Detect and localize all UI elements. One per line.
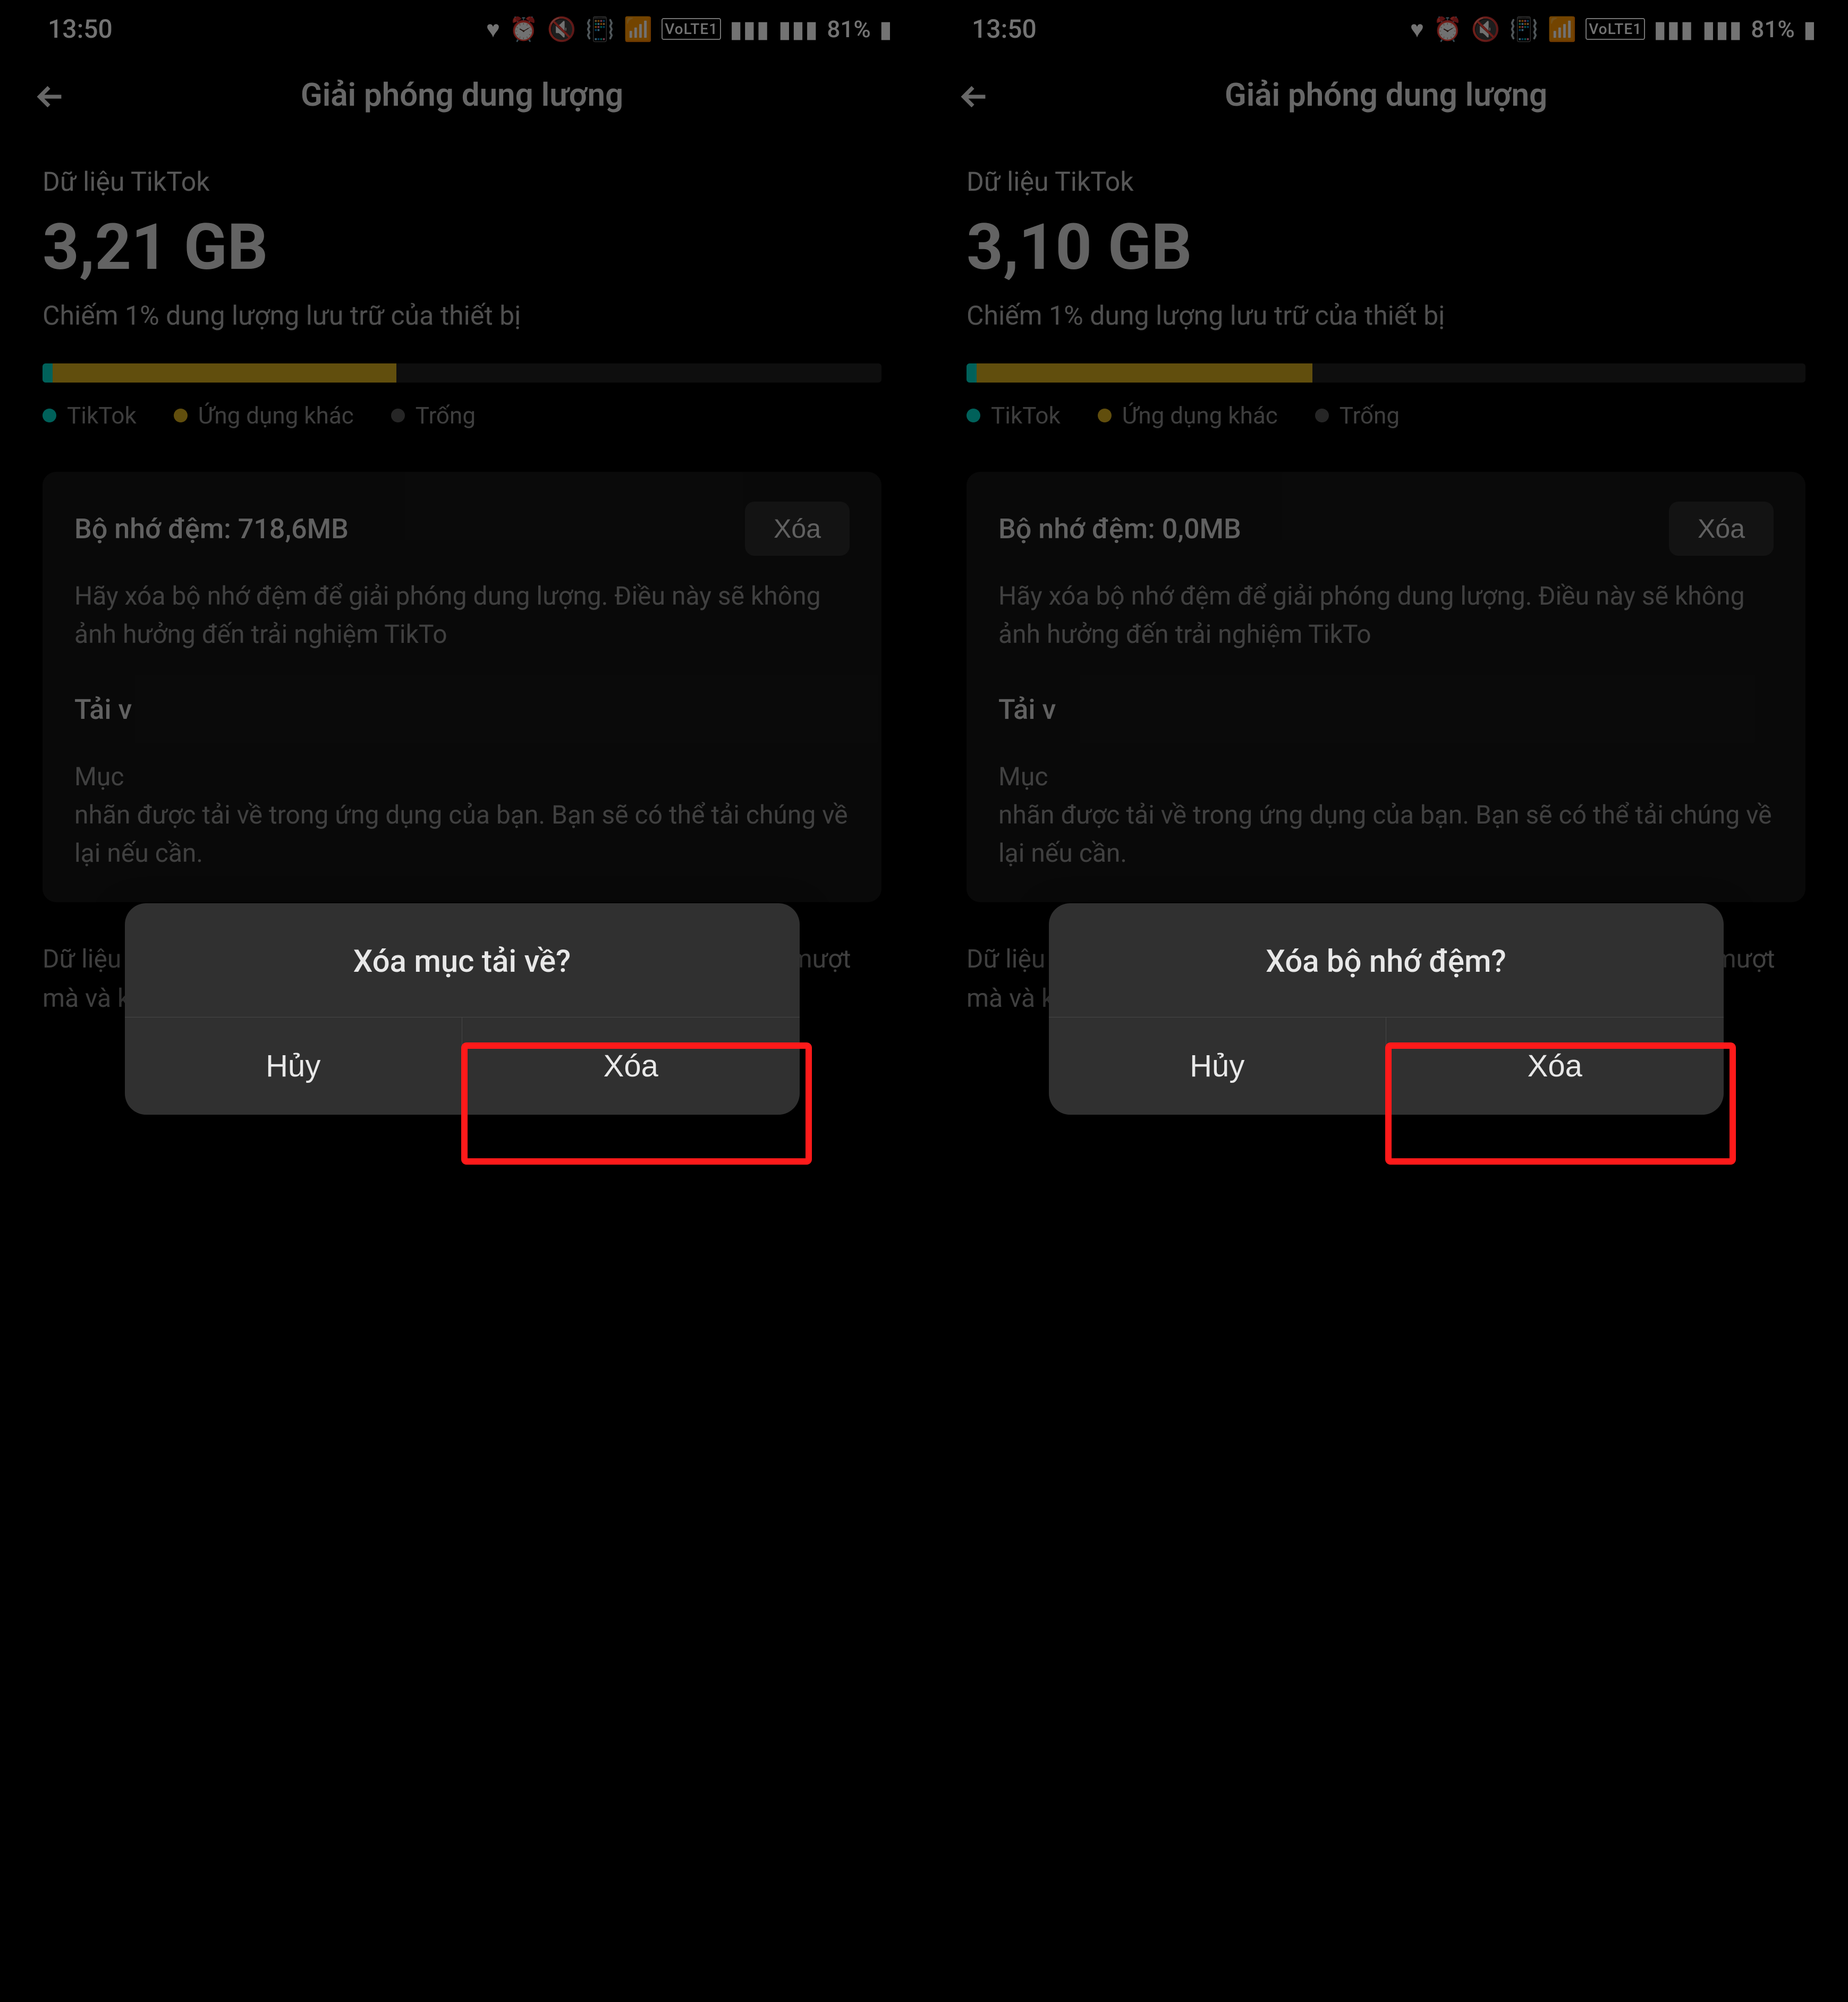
status-bar: 13:50 ♥ ⏰ 🔇 📳 📶 VoLTE1 ▮▮▮ ▮▮▮ 81% ▮ [924,0,1848,55]
volte-icon: VoLTE1 [1586,18,1645,40]
dialog-title: Xóa bộ nhớ đệm? [1049,903,1724,1017]
phone-right: 13:50 ♥ ⏰ 🔇 📳 📶 VoLTE1 ▮▮▮ ▮▮▮ 81% ▮ Giả… [924,0,1848,2002]
delete-cache-button[interactable]: Xóa [1669,502,1774,556]
bar-segment-tiktok [43,363,53,383]
vibrate-icon: 📳 [1510,15,1539,43]
page-title: Giải phóng dung lượng [951,76,1821,114]
battery-percent: 81% [1751,15,1794,43]
status-time: 13:50 [972,14,1037,44]
download-row: Tải v Xóa [998,682,1774,736]
back-arrow-icon[interactable] [956,78,993,117]
dot-teal-icon [43,409,56,422]
cancel-button[interactable]: Hủy [125,1017,463,1115]
volte-icon: VoLTE1 [662,18,721,40]
confirm-dialog: Xóa mục tải về? Hủy Xóa [125,903,800,1115]
legend-tiktok: TikTok [967,402,1061,429]
data-label: Dữ liệu TikTok [43,167,881,198]
storage-size: 3,21 GB [43,210,881,285]
page-header: Giải phóng dung lượng [0,55,924,140]
heart-icon: ♥ [1410,15,1425,43]
dot-yellow-icon [1098,409,1112,422]
dot-yellow-icon [174,409,188,422]
confirm-dialog: Xóa bộ nhớ đệm? Hủy Xóa [1049,903,1724,1115]
bar-segment-other [977,363,1312,383]
phone-left: 13:50 ♥ ⏰ 🔇 📳 📶 VoLTE1 ▮▮▮ ▮▮▮ 81% ▮ Giả… [0,0,924,2002]
signal-icon: ▮▮▮ [1654,15,1694,43]
legend-other: Ứng dụng khác [174,402,354,429]
download-label: Tải v [74,693,132,726]
data-label: Dữ liệu TikTok [967,167,1805,198]
storage-subtitle: Chiếm 1% dung lượng lưu trữ của thiết bị [967,301,1805,332]
wifi-icon: 📶 [623,15,653,43]
alarm-icon: ⏰ [509,15,539,43]
storage-size: 3,10 GB [967,210,1805,285]
cache-label: Bộ nhớ đệm: 0,0MB [998,513,1241,545]
storage-subtitle: Chiếm 1% dung lượng lưu trữ của thiết bị [43,301,881,332]
storage-bar [967,363,1805,383]
battery-percent: 81% [827,15,870,43]
cache-download-card: Bộ nhớ đệm: 718,6MB Xóa Hãy xóa bộ nhớ đ… [43,472,881,902]
storage-legend: TikTok Ứng dụng khác Trống [43,402,881,429]
dialog-buttons: Hủy Xóa [125,1017,800,1115]
legend-free: Trống [391,402,476,429]
dot-grey-icon [391,409,405,422]
signal2-icon: ▮▮▮ [1702,15,1743,43]
vibrate-icon: 📳 [586,15,615,43]
dot-grey-icon [1315,409,1329,422]
battery-icon: ▮ [1803,15,1816,43]
cache-row: Bộ nhớ đệm: 0,0MB Xóa [998,502,1774,556]
mute-icon: 🔇 [547,15,577,43]
dialog-title: Xóa mục tải về? [125,903,800,1017]
bar-segment-other [53,363,396,383]
page-header: Giải phóng dung lượng [924,55,1848,140]
confirm-delete-button[interactable]: Xóa [462,1017,800,1115]
dialog-buttons: Hủy Xóa [1049,1017,1724,1115]
storage-legend: TikTok Ứng dụng khác Trống [967,402,1805,429]
status-right: ♥ ⏰ 🔇 📳 📶 VoLTE1 ▮▮▮ ▮▮▮ 81% ▮ [1410,15,1816,43]
cache-label: Bộ nhớ đệm: 718,6MB [74,513,349,545]
download-label: Tải v [998,693,1056,726]
download-description: Mục nhãn được tải về trong ứng dụng của … [998,758,1774,872]
cache-row: Bộ nhớ đệm: 718,6MB Xóa [74,502,850,556]
alarm-icon: ⏰ [1433,15,1463,43]
status-right: ♥ ⏰ 🔇 📳 📶 VoLTE1 ▮▮▮ ▮▮▮ 81% ▮ [486,15,892,43]
mute-icon: 🔇 [1471,15,1501,43]
delete-cache-button[interactable]: Xóa [745,502,850,556]
download-description: Mục nhãn được tải về trong ứng dụng của … [74,758,850,872]
page-title: Giải phóng dung lượng [27,76,897,114]
legend-tiktok: TikTok [43,402,137,429]
signal2-icon: ▮▮▮ [778,15,819,43]
cache-download-card: Bộ nhớ đệm: 0,0MB Xóa Hãy xóa bộ nhớ đệm… [967,472,1805,902]
wifi-icon: 📶 [1547,15,1577,43]
storage-bar [43,363,881,383]
cancel-button[interactable]: Hủy [1049,1017,1387,1115]
legend-other: Ứng dụng khác [1098,402,1278,429]
confirm-delete-button[interactable]: Xóa [1386,1017,1724,1115]
cache-description: Hãy xóa bộ nhớ đệm để giải phóng dung lư… [74,577,850,654]
status-time: 13:50 [48,14,113,44]
cache-description: Hãy xóa bộ nhớ đệm để giải phóng dung lư… [998,577,1774,654]
heart-icon: ♥ [486,15,501,43]
dot-teal-icon [967,409,980,422]
back-arrow-icon[interactable] [32,78,69,117]
battery-icon: ▮ [879,15,892,43]
status-bar: 13:50 ♥ ⏰ 🔇 📳 📶 VoLTE1 ▮▮▮ ▮▮▮ 81% ▮ [0,0,924,55]
download-row: Tải v Xóa [74,682,850,736]
signal-icon: ▮▮▮ [730,15,770,43]
bar-segment-tiktok [967,363,977,383]
legend-free: Trống [1315,402,1400,429]
